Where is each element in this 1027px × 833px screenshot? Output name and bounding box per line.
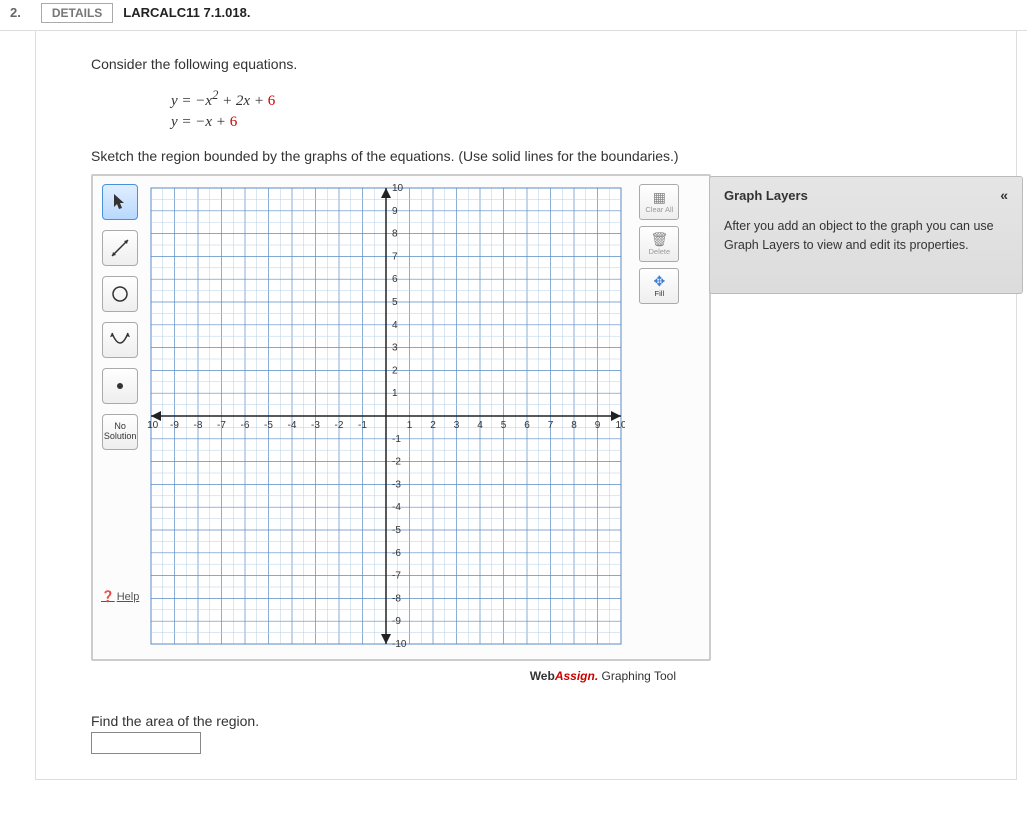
layers-body: After you add an object to the graph you… (724, 217, 1008, 255)
parabola-icon (109, 329, 131, 351)
help-link[interactable]: ❓Help (101, 590, 139, 603)
svg-text:8: 8 (572, 420, 578, 431)
svg-text:6: 6 (392, 274, 398, 285)
svg-text:-5: -5 (392, 525, 401, 536)
find-area-prompt: Find the area of the region. (91, 713, 1006, 729)
svg-text:2: 2 (392, 365, 398, 376)
collapse-button[interactable]: « (1000, 187, 1008, 203)
svg-text:-9: -9 (170, 420, 179, 431)
svg-text:-9: -9 (392, 616, 401, 627)
branding: WebAssign. Graphing Tool (91, 661, 711, 683)
point-tool[interactable] (102, 368, 138, 404)
svg-text:-1: -1 (392, 434, 401, 445)
svg-text:4: 4 (392, 320, 398, 331)
svg-text:-2: -2 (335, 420, 344, 431)
area-answer-input[interactable] (91, 732, 201, 754)
svg-text:3: 3 (392, 343, 398, 354)
fill-button[interactable]: ✥ Fill (639, 268, 679, 304)
svg-text:6: 6 (525, 420, 531, 431)
details-button[interactable]: DETAILS (41, 3, 113, 23)
fill-icon: ✥ (653, 274, 665, 289)
prompt-text: Consider the following equations. (91, 56, 1006, 72)
svg-text:-4: -4 (288, 420, 297, 431)
svg-text:-6: -6 (392, 548, 401, 559)
svg-text:-7: -7 (217, 420, 226, 431)
svg-text:9: 9 (392, 206, 398, 217)
reference-code: LARCALC11 7.1.018. (123, 5, 250, 20)
svg-text:4: 4 (478, 420, 484, 431)
pointer-icon (113, 193, 127, 211)
question-number: 2. (0, 0, 31, 25)
svg-text:10: 10 (392, 184, 404, 194)
clear-icon: ▦ (653, 190, 666, 205)
svg-text:-5: -5 (264, 420, 273, 431)
help-icon: ❓ (101, 590, 115, 603)
delete-button[interactable]: 🗑 Delete (639, 226, 679, 262)
svg-text:5: 5 (392, 297, 398, 308)
parabola-tool[interactable] (102, 322, 138, 358)
svg-text:5: 5 (501, 420, 507, 431)
equations-block: y = −x2 + 2x + 6 y = −x + 6 (171, 87, 1006, 133)
svg-text:-7: -7 (392, 571, 401, 582)
svg-text:-2: -2 (392, 457, 401, 468)
graph-canvas[interactable]: -10 -9 -8 -7 -6 -5 -4 -3 -2 -1 1 2 3 4 5 6 7 8 9 10 -10 -9 -8 -… (147, 184, 625, 648)
line-icon (109, 237, 131, 259)
svg-text:1: 1 (392, 388, 398, 399)
graphing-tool: No Solution ❓Help -10 -9 -8 -7 -6 -5 -4 -3 -2 -1 1… (91, 174, 711, 661)
svg-text:-1: -1 (358, 420, 367, 431)
point-icon (116, 382, 124, 390)
svg-text:7: 7 (548, 420, 554, 431)
equation-2: y = −x + 6 (171, 112, 1006, 133)
svg-text:-3: -3 (311, 420, 320, 431)
svg-text:3: 3 (454, 420, 460, 431)
sketch-instruction: Sketch the region bounded by the graphs … (91, 148, 1006, 164)
trash-icon: 🗑 (650, 232, 668, 247)
svg-text:-10: -10 (392, 639, 407, 648)
svg-text:-8: -8 (194, 420, 203, 431)
equation-1: y = −x2 + 2x + 6 (171, 87, 1006, 112)
svg-text:2: 2 (431, 420, 437, 431)
question-content: Consider the following equations. y = −x… (35, 31, 1017, 780)
circle-tool[interactable] (102, 276, 138, 312)
no-solution-tool[interactable]: No Solution (102, 414, 138, 450)
pointer-tool[interactable] (102, 184, 138, 220)
svg-text:-4: -4 (392, 502, 401, 513)
svg-text:-8: -8 (392, 593, 401, 604)
clear-all-button[interactable]: ▦ Clear All (639, 184, 679, 220)
svg-text:1: 1 (407, 420, 413, 431)
svg-text:7: 7 (392, 251, 398, 262)
svg-text:-6: -6 (241, 420, 250, 431)
svg-text:10: 10 (616, 420, 626, 431)
svg-text:-3: -3 (392, 479, 401, 490)
svg-text:8: 8 (392, 229, 398, 240)
line-tool[interactable] (102, 230, 138, 266)
circle-icon (109, 283, 131, 305)
svg-text:9: 9 (595, 420, 601, 431)
graph-layers-panel: Graph Layers « After you add an object t… (709, 176, 1023, 294)
svg-text:-10: -10 (147, 420, 159, 431)
layers-title: Graph Layers (724, 188, 808, 203)
